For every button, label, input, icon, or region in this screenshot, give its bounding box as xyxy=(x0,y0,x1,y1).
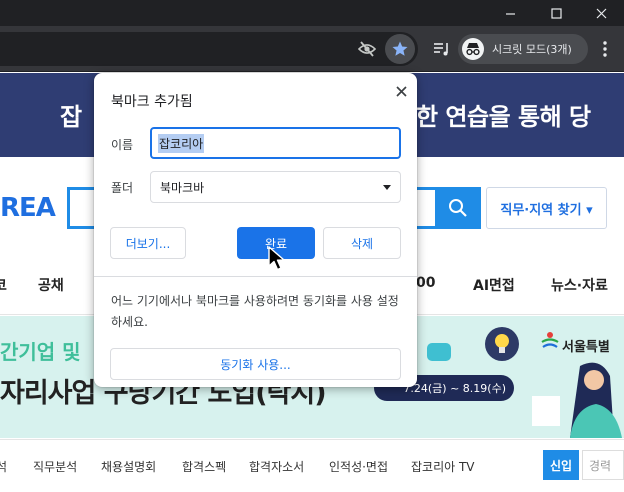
title-bar xyxy=(0,0,624,26)
browser-menu-button[interactable] xyxy=(590,34,620,64)
tab-newbie[interactable]: 신입 xyxy=(543,450,579,480)
incognito-label: 시크릿 모드(3개) xyxy=(492,43,572,56)
incognito-icon xyxy=(462,38,484,60)
folder-value: 북마크바 xyxy=(160,180,205,195)
subnav-item[interactable]: 석 xyxy=(0,458,7,475)
bookmark-star-button[interactable] xyxy=(385,34,415,64)
minimize-icon xyxy=(505,12,515,15)
more-button[interactable]: 더보기... xyxy=(110,227,186,259)
chat-bubble-icon xyxy=(427,343,451,361)
illustration-person xyxy=(532,362,622,438)
promo-seoul-label: 서울특별 xyxy=(562,340,610,355)
subnav-item-cover-letter[interactable]: 합격자소서 xyxy=(249,458,304,475)
banner-text-right: 한 연습을 통해 당 xyxy=(416,103,591,131)
subnav-item-briefing[interactable]: 채용설명회 xyxy=(101,458,156,475)
media-control-icon xyxy=(434,43,448,56)
nav-item-ai-interview[interactable]: AI면접 xyxy=(473,275,515,295)
lightbulb-icon xyxy=(485,327,519,361)
name-label: 이름 xyxy=(111,138,134,152)
bookmark-name-value: 잡코리아 xyxy=(158,133,205,153)
subnav-item-job-analysis[interactable]: 직무분석 xyxy=(33,458,77,475)
site-search-button[interactable] xyxy=(435,187,481,229)
folder-label: 폴더 xyxy=(111,181,134,195)
nav-item[interactable]: 코 xyxy=(0,275,7,295)
enable-sync-button[interactable]: 동기화 사용... xyxy=(110,348,401,380)
maximize-icon xyxy=(550,7,562,19)
bookmark-name-input[interactable]: 잡코리아 xyxy=(150,127,401,159)
kebab-menu-icon xyxy=(603,41,607,57)
media-control-button[interactable] xyxy=(427,34,457,64)
promo-line1: 간기업 및 xyxy=(0,340,81,364)
banner-text-left: 잡 xyxy=(60,103,82,131)
close-window-button[interactable] xyxy=(578,0,624,26)
dialog-divider xyxy=(94,276,417,277)
nav-item-gongchae[interactable]: 공채 xyxy=(38,275,64,295)
mouse-cursor-icon xyxy=(268,246,285,271)
site-logo[interactable]: REA xyxy=(0,193,56,223)
search-icon xyxy=(449,199,467,217)
incognito-profile-button[interactable]: 시크릿 모드(3개) xyxy=(458,34,588,64)
close-icon xyxy=(596,8,606,18)
browser-toolbar: 시크릿 모드(3개) xyxy=(0,26,624,72)
maximize-button[interactable] xyxy=(533,0,579,26)
dialog-title: 북마크 추가됨 xyxy=(111,94,193,110)
minimize-button[interactable] xyxy=(487,0,533,26)
close-icon xyxy=(395,85,407,97)
chevron-down-icon xyxy=(383,185,391,190)
bookmark-folder-select[interactable]: 북마크바 xyxy=(150,171,401,203)
bookmark-added-dialog: 북마크 추가됨 이름 잡코리아 폴더 북마크바 더보기... 완료 삭제 어느 … xyxy=(94,73,417,387)
subnav-item-tv[interactable]: 잡코리아 TV xyxy=(411,458,475,475)
dialog-close-button[interactable] xyxy=(390,80,412,102)
sub-nav: 석 직무분석 채용설명회 합격스펙 합격자소서 인적성·면접 잡코리아 TV 신… xyxy=(0,439,624,492)
subnav-item-aptitude[interactable]: 인적성·면접 xyxy=(329,458,388,475)
sync-promo-text: 어느 기기에서나 북마크를 사용하려면 동기화를 사용 설정하세요. xyxy=(111,294,399,329)
tracking-protection-button[interactable] xyxy=(352,34,382,64)
subnav-item-spec[interactable]: 합격스펙 xyxy=(182,458,226,475)
seoul-logo-icon xyxy=(541,332,559,348)
delete-button[interactable]: 삭제 xyxy=(323,227,401,259)
tab-career[interactable]: 경력 xyxy=(582,450,624,480)
eye-off-icon xyxy=(358,41,376,57)
nav-item-news[interactable]: 뉴스·자료 xyxy=(551,275,608,295)
job-region-search-button[interactable]: 직무·지역 찾기 ▾ xyxy=(486,187,607,229)
star-icon xyxy=(392,41,408,56)
nav-item[interactable]: 00 xyxy=(416,275,435,291)
